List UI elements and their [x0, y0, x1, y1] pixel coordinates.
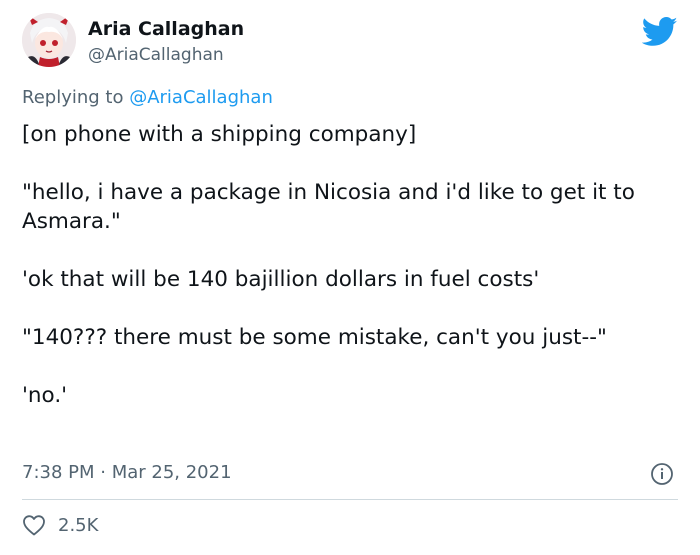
like-count: 2.5K — [58, 514, 99, 536]
reply-mention-link[interactable]: @AriaCallaghan — [129, 87, 273, 108]
reply-prefix: Replying to — [22, 87, 130, 108]
divider — [22, 499, 678, 500]
avatar-image — [22, 13, 76, 67]
meta-separator: · — [94, 462, 112, 483]
twitter-bird-icon[interactable] — [642, 17, 678, 47]
like-button[interactable]: 2.5K — [22, 512, 98, 538]
tweet-paragraph: 'ok that will be 140 bajillion dollars i… — [22, 267, 540, 292]
tweet-paragraph: [on phone with a shipping company] — [22, 122, 417, 147]
tweet-time: 7:38 PM — [22, 462, 95, 483]
tweet-paragraph: "140??? there must be some mistake, can'… — [22, 325, 607, 350]
reply-context: Replying to @AriaCallaghan — [22, 87, 273, 108]
info-icon[interactable] — [650, 462, 674, 486]
tweet-text: [on phone with a shipping company] "hell… — [22, 120, 682, 439]
author-handle[interactable]: @AriaCallaghan — [88, 45, 224, 65]
heart-icon — [23, 515, 45, 536]
tweet-timestamp[interactable]: 7:38 PM · Mar 25, 2021 — [22, 462, 232, 483]
tweet-paragraph: 'no.' — [22, 383, 68, 408]
tweet-paragraph: "hello, i have a package in Nicosia and … — [22, 180, 635, 234]
tweet-date: Mar 25, 2021 — [111, 462, 232, 483]
avatar[interactable] — [22, 13, 76, 67]
author-name[interactable]: Aria Callaghan — [88, 18, 244, 40]
